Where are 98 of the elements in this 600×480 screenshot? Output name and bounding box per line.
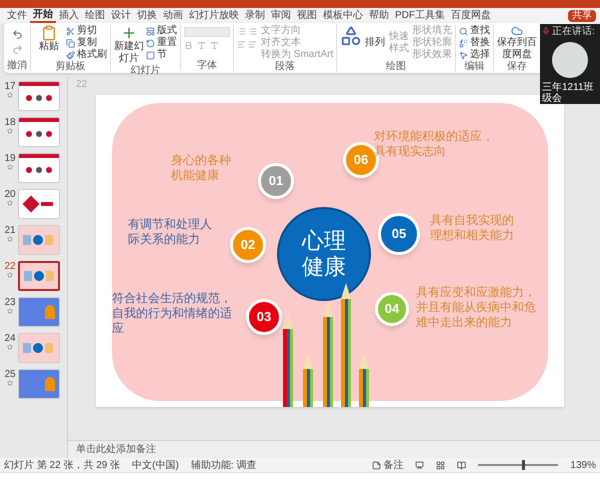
- new-slide-button[interactable]: 新建幻灯片: [114, 25, 144, 65]
- align-icon[interactable]: [237, 40, 246, 49]
- slide-text: 身心的各种机能健康: [171, 153, 232, 183]
- ribbon-tab[interactable]: 审阅: [268, 9, 294, 22]
- ribbon-command[interactable]: 排列: [364, 25, 386, 61]
- paste-button[interactable]: 粘贴: [34, 25, 64, 61]
- reset-icon: [146, 38, 155, 48]
- slide-text: 符合社会生活的规范，自我的行为和情绪的适应: [112, 291, 233, 336]
- bullet-list-icon[interactable]: [237, 27, 246, 36]
- notes-button[interactable]: 备注: [372, 458, 404, 472]
- ribbon-command[interactable]: 复制: [66, 37, 107, 49]
- ribbon-tab[interactable]: 幻灯片放映: [186, 9, 242, 22]
- slide-text: 具有自我实现的理想和相关能力: [430, 213, 515, 243]
- group-label: 绘图: [386, 61, 406, 72]
- microphone-icon: [542, 27, 550, 35]
- text-style-icon[interactable]: [210, 41, 219, 50]
- slide-text: 具有应变和应激能力，并且有能从疾病中和危难中走出来的能力: [416, 285, 537, 330]
- slide-number: 19: [4, 153, 16, 164]
- language-indicator[interactable]: 中文(中国): [132, 458, 179, 472]
- slide-number: 18: [4, 117, 16, 128]
- ribbon-tab[interactable]: 绘图: [82, 9, 108, 22]
- star-icon: [7, 164, 13, 170]
- notes-icon: [372, 460, 382, 470]
- ribbon-tab[interactable]: 百度网盘: [448, 9, 494, 22]
- section-icon: [146, 50, 155, 60]
- pointer-icon: [459, 50, 468, 60]
- font-name-field[interactable]: [184, 27, 230, 37]
- align-icon[interactable]: [248, 40, 257, 49]
- reading-view-icon[interactable]: [457, 460, 466, 470]
- ribbon-command[interactable]: 节: [146, 49, 177, 61]
- ribbon-command[interactable]: 替换: [459, 37, 490, 49]
- copy-icon: [66, 38, 75, 48]
- ribbon-tab[interactable]: 插入: [56, 9, 82, 22]
- group-label: 幻灯片: [130, 65, 160, 76]
- star-icon: [7, 380, 13, 386]
- clipboard-icon: [41, 25, 57, 41]
- slide-number-label: 22: [76, 79, 88, 91]
- accessibility-status[interactable]: 辅助功能: 调查: [190, 458, 256, 472]
- group-label: 保存: [507, 61, 528, 72]
- ribbon-tab[interactable]: 设计: [108, 9, 134, 22]
- cloud-icon: [511, 25, 524, 37]
- notes-pane[interactable]: 单击此处添加备注: [68, 440, 600, 458]
- star-icon: [7, 128, 13, 134]
- star-icon: [7, 92, 13, 98]
- undo-icon[interactable]: [12, 29, 22, 40]
- slide-count: 幻灯片 第 22 张，共 29 张: [4, 458, 120, 472]
- text-style-icon[interactable]: [197, 41, 206, 50]
- star-icon: [7, 272, 13, 278]
- slide-thumbnail[interactable]: [18, 261, 60, 291]
- layout-icon: [146, 26, 155, 36]
- slide-number: 22: [4, 261, 16, 272]
- share-button[interactable]: 共享: [568, 10, 596, 22]
- slide-number: 20: [4, 189, 16, 200]
- grid-view-icon[interactable]: [436, 460, 446, 470]
- ribbon-command[interactable]: 重置: [146, 37, 177, 49]
- slide-number: 24: [4, 333, 16, 344]
- plus-slide-icon: [121, 25, 137, 41]
- ribbon-tab[interactable]: 帮助: [366, 9, 392, 22]
- group-label: 剪贴板: [56, 61, 86, 72]
- avatar: [552, 42, 588, 78]
- save-to-cloud-button[interactable]: 保存到百度网盘: [497, 25, 538, 61]
- star-icon: [7, 236, 13, 242]
- speaking-status: 正在讲话:: [552, 24, 595, 38]
- replace-icon: [459, 38, 468, 48]
- bold-icon[interactable]: [184, 41, 193, 50]
- star-icon: [7, 344, 13, 350]
- slide-text: 有调节和处理人际关系的能力: [128, 217, 213, 247]
- ribbon-tab[interactable]: 录制: [242, 9, 268, 22]
- slide-number: 21: [4, 225, 16, 236]
- zoom-percent[interactable]: 139%: [570, 458, 596, 472]
- star-icon: [7, 308, 13, 314]
- participant-name: 三年1211班级会: [541, 82, 595, 104]
- numbered-list-icon[interactable]: [248, 27, 257, 36]
- slide-number: 17: [4, 81, 16, 92]
- group-label: 编辑: [464, 61, 485, 72]
- ribbon-tab[interactable]: 文件: [4, 9, 30, 22]
- slide-number: 25: [4, 369, 16, 380]
- normal-view-icon[interactable]: [415, 460, 424, 470]
- slide-number: 23: [4, 297, 16, 308]
- scissors-icon: [66, 26, 75, 36]
- ribbon-command[interactable]: 剪切: [66, 25, 107, 37]
- paintbrush-icon: [66, 50, 75, 60]
- ribbon-tab[interactable]: 模板中心: [320, 9, 366, 22]
- ribbon-command[interactable]: 选择: [459, 49, 490, 61]
- ribbon-tab[interactable]: 视图: [294, 9, 320, 22]
- group-label: 字体: [197, 60, 217, 71]
- ribbon-tab[interactable]: 切换: [134, 9, 160, 22]
- star-icon: [7, 200, 13, 206]
- ribbon-command[interactable]: 查找: [459, 25, 490, 37]
- ribbon-tab[interactable]: PDF工具集: [392, 9, 448, 22]
- ribbon-command[interactable]: 格式刷: [66, 49, 107, 61]
- group-label: 撤消: [7, 60, 27, 71]
- redo-icon[interactable]: [12, 44, 22, 55]
- ribbon-command[interactable]: 版式: [146, 25, 177, 37]
- ribbon-tab[interactable]: 动画: [160, 9, 186, 22]
- zoom-slider-thumb[interactable]: [522, 460, 526, 470]
- search-icon: [459, 26, 468, 36]
- group-label: 段落: [275, 61, 296, 72]
